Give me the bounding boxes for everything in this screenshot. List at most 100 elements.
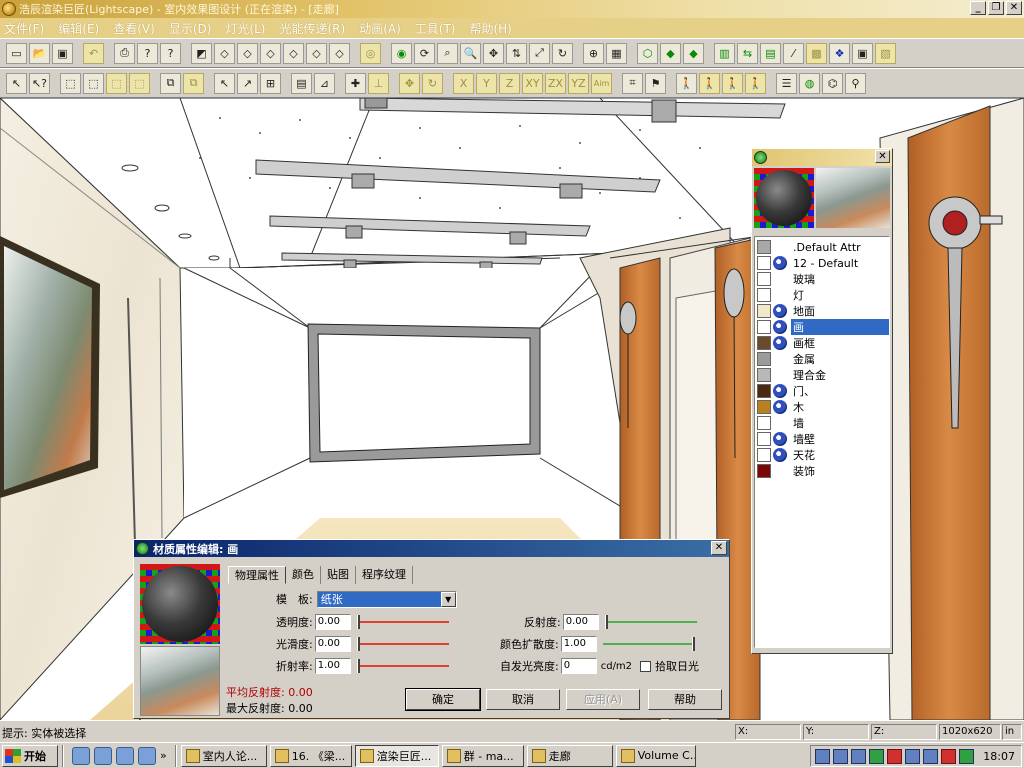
menu-view[interactable]: 查看(V) [113, 20, 155, 37]
material-list-item[interactable]: 理合金 [755, 367, 889, 383]
material-list-item[interactable]: 金属 [755, 351, 889, 367]
taskbar-task-button[interactable]: 群 - ma... [441, 744, 524, 767]
material-panel-titlebar[interactable]: ✕ [752, 149, 892, 166]
close-icon[interactable]: ✕ [711, 541, 727, 555]
shaded-icon[interactable]: ◆ [683, 42, 704, 64]
tab-texture[interactable]: 贴图 [321, 566, 356, 584]
plane-zx-button[interactable]: ZX [545, 72, 566, 94]
lamp-icon[interactable]: ⌬ [822, 72, 843, 94]
close-icon[interactable]: ✕ [875, 150, 890, 163]
blocks-icon[interactable]: ▤ [760, 42, 781, 64]
app-icon[interactable] [2, 2, 16, 16]
tilt-icon[interactable]: ⤢ [529, 42, 550, 64]
camera-icon[interactable]: ◎ [360, 42, 381, 64]
select-remove-icon[interactable]: ⬚ [129, 72, 150, 94]
copy-icon[interactable]: ⧉ [160, 72, 181, 94]
color-bleed-slider[interactable] [602, 637, 695, 651]
taskbar-task-button[interactable]: 走廊 [526, 744, 613, 767]
alert-icon[interactable] [941, 748, 956, 764]
brush-icon[interactable]: ⁄ [783, 42, 804, 64]
material-list-item[interactable]: 画 [755, 319, 889, 335]
cube-front-icon[interactable]: ◇ [214, 42, 235, 64]
align-icon[interactable]: ⊥ [368, 72, 389, 94]
start-button[interactable]: 开始 [2, 744, 58, 767]
plane-xy-button[interactable]: XY [522, 72, 543, 94]
print-icon[interactable]: ⎙ [114, 42, 135, 64]
help-button[interactable]: 帮助 [648, 689, 722, 710]
material-list-item[interactable]: 地面 [755, 303, 889, 319]
person-run-icon[interactable]: 🚶 [699, 72, 720, 94]
zoom-window-icon[interactable]: ▦ [606, 42, 627, 64]
antivirus-icon[interactable] [869, 748, 884, 764]
material-list-item[interactable]: 装饰 [755, 463, 889, 479]
light-probe-icon[interactable]: ⚲ [845, 72, 866, 94]
menu-display[interactable]: 显示(D) [169, 20, 212, 37]
translate-icon[interactable]: ✥ [399, 72, 420, 94]
zoom-icon[interactable]: 🔍 [460, 42, 481, 64]
aim-button[interactable]: Aim [591, 72, 612, 94]
rotate-view-icon[interactable]: ⟳ [414, 42, 435, 64]
daylight-checkbox[interactable] [640, 660, 652, 672]
filter-icon[interactable]: ⊿ [314, 72, 335, 94]
color-bleed-input[interactable]: 1.00 [560, 636, 597, 652]
person-stand-icon[interactable]: 🚶 [745, 72, 766, 94]
globe-icon[interactable]: ◍ [799, 72, 820, 94]
zoom-region-icon[interactable]: ⌕ [437, 42, 458, 64]
minimize-button[interactable]: _ [970, 1, 986, 15]
split-icon[interactable]: ⇆ [737, 42, 758, 64]
material-list-item[interactable]: 玻璃 [755, 271, 889, 287]
paste-icon[interactable]: ⧉ [183, 72, 204, 94]
menu-help[interactable]: 帮助(H) [469, 20, 511, 37]
monitor-icon[interactable] [923, 748, 938, 764]
wireframe-icon[interactable]: ⬡ [637, 42, 658, 64]
chevron-right-icon[interactable]: » [160, 749, 167, 762]
save-icon[interactable]: ▣ [52, 42, 73, 64]
sync-icon[interactable] [959, 748, 974, 764]
apply-button[interactable]: 应用(A) [566, 689, 640, 710]
properties-icon[interactable]: ▤ [291, 72, 312, 94]
person-jump-icon[interactable]: 🚶 [722, 72, 743, 94]
material-list-item[interactable]: 门、 [755, 383, 889, 399]
open-folder-icon[interactable]: 📂 [29, 42, 50, 64]
refraction-input[interactable]: 1.00 [314, 658, 351, 674]
help-icon[interactable]: ? [137, 42, 158, 64]
axis-z-button[interactable]: Z [499, 72, 520, 94]
chevron-down-icon[interactable]: ▼ [440, 591, 456, 607]
cancel-button[interactable]: 取消 [486, 689, 560, 710]
pan-icon[interactable]: ✥ [483, 42, 504, 64]
refraction-slider[interactable] [356, 659, 449, 673]
desktop-icon[interactable] [94, 746, 112, 765]
move-icon[interactable]: ✚ [345, 72, 366, 94]
pick-all-icon[interactable]: ⊞ [260, 72, 281, 94]
transparency-slider[interactable] [356, 615, 449, 629]
material-list-item[interactable]: 灯 [755, 287, 889, 303]
select-cross-icon[interactable]: ⬚ [83, 72, 104, 94]
select-add-icon[interactable]: ⬚ [106, 72, 127, 94]
tab-color[interactable]: 颜色 [286, 566, 321, 584]
ok-button[interactable]: 确定 [405, 688, 481, 711]
outlook-icon[interactable] [116, 746, 134, 765]
cube-back-icon[interactable]: ◇ [283, 42, 304, 64]
material-list-item[interactable]: 画框 [755, 335, 889, 351]
layer-stack-icon[interactable]: ☰ [776, 72, 797, 94]
transparency-input[interactable]: 0.00 [314, 614, 351, 630]
ie-icon[interactable] [72, 746, 90, 765]
solid-icon[interactable]: ◆ [660, 42, 681, 64]
material-properties-dialog[interactable]: 材质属性编辑: 画 ✕ 物理属性 颜色 贴图 程序纹理 模 板: 纸张 ▼ 透明… [133, 539, 730, 719]
display-icon[interactable] [833, 748, 848, 764]
axis-y-button[interactable]: Y [476, 72, 497, 94]
cube-side-icon[interactable]: ◇ [260, 42, 281, 64]
undo-icon[interactable]: ↶ [83, 42, 104, 64]
material-list-item[interactable]: 木 [755, 399, 889, 415]
menu-edit[interactable]: 编辑(E) [58, 20, 99, 37]
cube-iso-icon[interactable]: ◇ [306, 42, 327, 64]
rotate-icon[interactable]: ↻ [422, 72, 443, 94]
material-list-item[interactable]: 墙壁 [755, 431, 889, 447]
layers-icon[interactable]: ▥ [714, 42, 735, 64]
view-icon[interactable]: ◩ [191, 42, 212, 64]
material-list-item[interactable]: 12 - Default [755, 255, 889, 271]
pick-icon[interactable]: ↖ [214, 72, 235, 94]
smoothness-slider[interactable] [356, 637, 449, 651]
dialog-titlebar[interactable]: 材质属性编辑: 画 ✕ [134, 540, 729, 557]
restore-button[interactable]: ❐ [988, 1, 1004, 15]
